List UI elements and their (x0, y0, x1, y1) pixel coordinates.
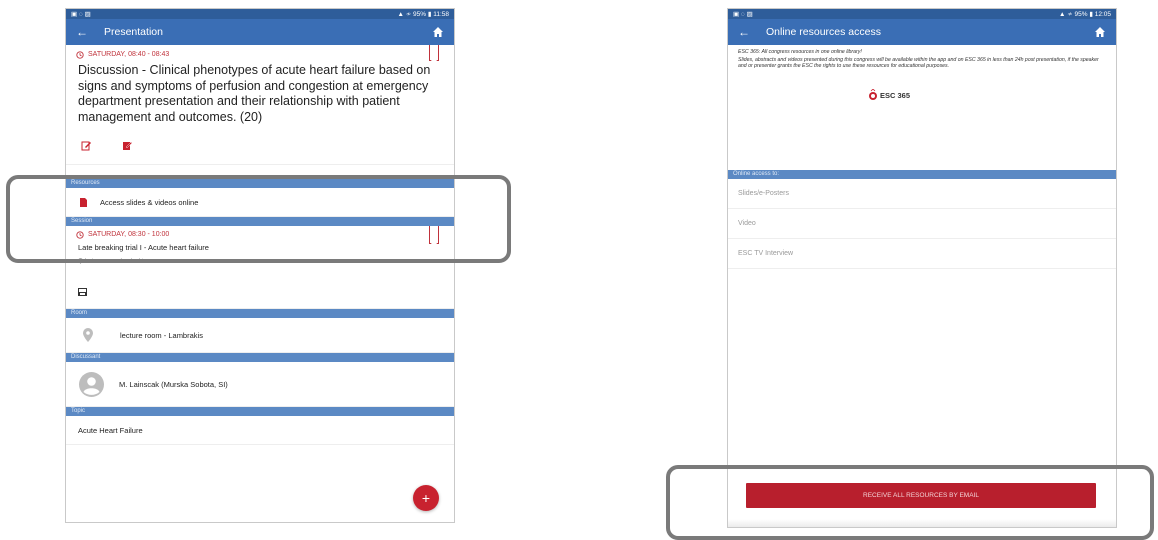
map-pin-icon (83, 328, 93, 342)
topic-name: Acute Heart Failure (78, 425, 143, 435)
intro-block: ESC 365: All congress resources in one o… (728, 45, 1116, 125)
presentation-time-text: SATURDAY, 08:40 - 08:43 (88, 51, 170, 58)
back-arrow-icon[interactable]: ← (738, 25, 750, 39)
clock-icon (76, 50, 84, 59)
status-bar: ▣ ◌ ▨ ▲ ≁ 95% ▮ 11:58 (66, 9, 454, 19)
online-resources-screen: ▣ ◌ ▨ ▲ ≁ 95% ▮ 12:05 ← Online resources… (727, 8, 1117, 528)
presentation-time: SATURDAY, 08:40 - 08:43 (66, 45, 454, 59)
discussant-header: Discussant (66, 353, 454, 362)
home-icon[interactable] (1094, 26, 1106, 38)
status-right: ▲ ≁ 95% ▮ 12:05 (1059, 11, 1111, 18)
avatar-icon (79, 371, 104, 397)
access-item-video[interactable]: Video (728, 209, 1116, 239)
room-row[interactable]: lecture room - Lambrakis (66, 318, 454, 353)
home-icon[interactable] (432, 26, 444, 38)
app-bar: ← Online resources access (728, 19, 1116, 45)
intro-line-2: Slides, abstracts and videos presented d… (738, 56, 1099, 70)
page-title: Online resources access (766, 26, 881, 38)
highlight-callout-email (666, 465, 1154, 540)
room-name: lecture room - Lambrakis (120, 330, 203, 340)
presentation-screen: ▣ ◌ ▨ ▲ ≁ 95% ▮ 11:58 ← Presentation SAT… (65, 8, 455, 523)
bookmark-icon[interactable] (429, 45, 439, 61)
screenshot-canvas: ▣ ◌ ▨ ▲ ≁ 95% ▮ 11:58 ← Presentation SAT… (0, 0, 1158, 540)
app-bar: ← Presentation (66, 19, 454, 45)
status-right: ▲ ≁ 95% ▮ 11:58 (397, 11, 449, 18)
access-item-esc-tv[interactable]: ESC TV Interview (728, 239, 1116, 269)
status-left-icons: ▣ ◌ ▨ (71, 11, 91, 18)
page-title: Presentation (104, 26, 163, 38)
back-arrow-icon[interactable]: ← (76, 25, 88, 39)
highlight-callout-resources (6, 175, 511, 263)
access-item-slides[interactable]: Slides/e-Posters (728, 179, 1116, 209)
note-actions (66, 125, 454, 165)
intro-line-1: ESC 365: All congress resources in one o… (738, 49, 862, 55)
note-filled-icon[interactable] (122, 140, 133, 151)
room-header: Room (66, 309, 454, 318)
presentation-title: Discussion - Clinical phenotypes of acut… (78, 63, 431, 124)
topic-row[interactable]: Acute Heart Failure (66, 416, 454, 445)
status-left-icons: ▣ ◌ ▨ (733, 11, 753, 18)
esc-heart-logo-icon (869, 89, 877, 100)
discussant-row[interactable]: M. Lainscak (Murska Sobota, SI) (66, 362, 454, 407)
discussant-name: M. Lainscak (Murska Sobota, SI) (119, 379, 228, 389)
edit-note-icon[interactable] (81, 140, 92, 151)
add-fab-button[interactable]: + (413, 485, 439, 511)
status-bar: ▣ ◌ ▨ ▲ ≁ 95% ▮ 12:05 (728, 9, 1116, 19)
esc-365-logo: ESC 365 (868, 89, 910, 101)
video-camera-icon[interactable] (78, 288, 87, 296)
online-access-header: Online access to: (728, 170, 1116, 179)
topic-header: Topic (66, 407, 454, 416)
esc-365-logo-text: ESC 365 (880, 90, 911, 100)
